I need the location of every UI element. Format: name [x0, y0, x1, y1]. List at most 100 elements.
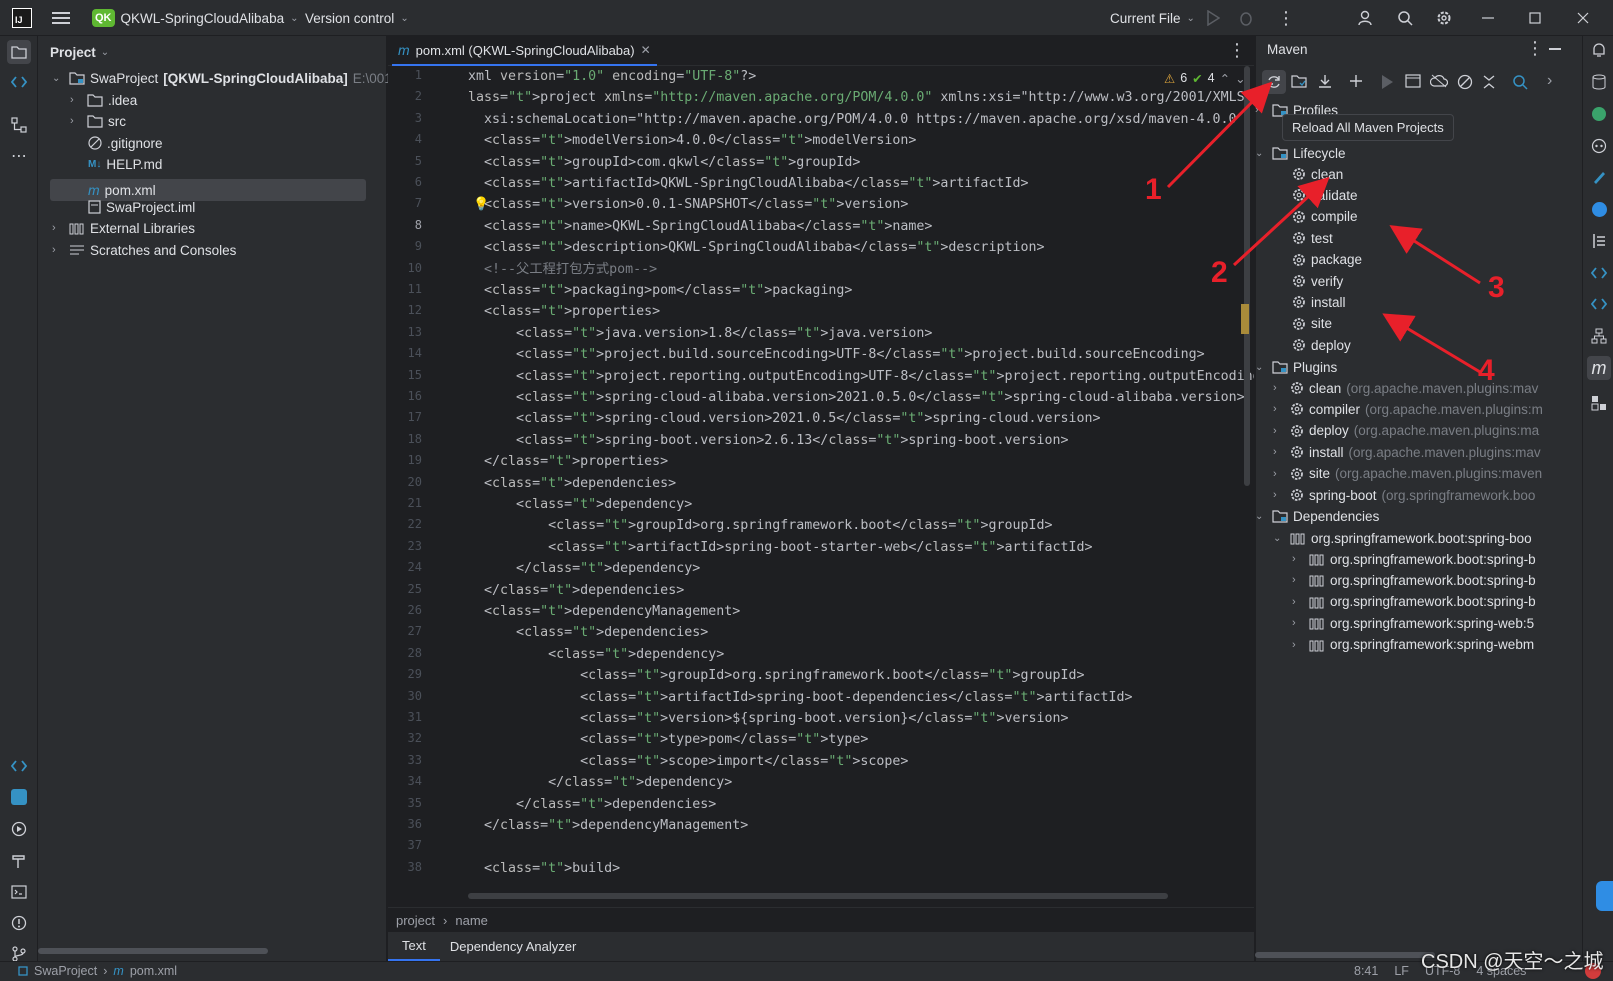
- dependency-item[interactable]: › org.springframework:spring-webm: [1292, 634, 1582, 656]
- project-selector[interactable]: QK QKWL-SpringCloudAlibaba ⌄: [92, 0, 298, 36]
- gradle-icon[interactable]: [1589, 393, 1609, 413]
- plugin-spring-boot[interactable]: › spring-boot (org.springframework.boo: [1273, 484, 1582, 506]
- vertical-scrollbar[interactable]: [1244, 66, 1250, 486]
- hierarchy-icon[interactable]: [1589, 326, 1609, 346]
- code-line[interactable]: <class="t">version>${spring-boot.version…: [468, 708, 1068, 729]
- structure-icon[interactable]: [9, 115, 29, 135]
- code-content[interactable]: <?xml version="1.0" encoding="UTF-8"?><c…: [468, 66, 1254, 907]
- inspection-widget[interactable]: ⚠ 6 ✔ 4 ⌃ ⌄: [1160, 68, 1246, 88]
- editor-more-icon[interactable]: ⋮: [1228, 40, 1246, 61]
- code-line[interactable]: <class="t">dependencies>: [468, 473, 676, 494]
- add-icon[interactable]: [1348, 73, 1364, 89]
- code-with-me-icon[interactable]: [9, 72, 29, 92]
- maven-lifecycle[interactable]: ⌄ Lifecycle: [1255, 142, 1582, 164]
- dependency-item[interactable]: › org.springframework.boot:spring-b: [1292, 591, 1582, 613]
- plugin-deploy[interactable]: › deploy (org.apache.maven.plugins:ma: [1273, 420, 1582, 442]
- code-with-me-icon-4[interactable]: [1589, 294, 1609, 314]
- services-icon[interactable]: [9, 819, 29, 839]
- code-line[interactable]: <class="t">project.reporting.outputEncod…: [468, 366, 1254, 387]
- tab-text[interactable]: Text: [388, 932, 440, 961]
- tree-item-help-md[interactable]: M↓ HELP.md: [88, 153, 162, 175]
- code-line[interactable]: <class="t">groupId>org.springframework.b…: [468, 665, 1084, 686]
- chevron-up-icon[interactable]: ⌃: [1220, 71, 1230, 86]
- database-icon[interactable]: [1589, 72, 1609, 92]
- chat-icon[interactable]: [1589, 199, 1609, 219]
- minimize-window-icon[interactable]: [1482, 0, 1494, 36]
- skip-tests-icon[interactable]: [1457, 74, 1473, 90]
- maven-more-icon[interactable]: ⋮: [1526, 38, 1544, 59]
- lifecycle-validate[interactable]: validate: [1292, 184, 1582, 206]
- tree-item-src[interactable]: › src: [70, 110, 126, 132]
- run-icon[interactable]: [1206, 0, 1220, 36]
- lifecycle-verify[interactable]: verify: [1292, 270, 1582, 292]
- lifecycle-clean[interactable]: clean: [1292, 163, 1582, 185]
- code-line[interactable]: <class="t">modelVersion>4.0.0</class="t"…: [468, 130, 916, 151]
- tree-item-idea[interactable]: › .idea: [70, 89, 137, 111]
- code-with-me-icon-3[interactable]: [1589, 263, 1609, 283]
- tree-item-external-libraries[interactable]: › External Libraries: [52, 217, 195, 239]
- code-line[interactable]: <class="t">packaging>pom</class="t">pack…: [468, 280, 852, 301]
- code-line[interactable]: <class="t">spring-cloud.version>2021.0.5…: [468, 408, 1101, 429]
- close-tab-icon[interactable]: ✕: [641, 43, 651, 57]
- code-line[interactable]: <class="t">artifactId>QKWL-SpringCloudAl…: [468, 173, 1028, 194]
- more-vertical-icon[interactable]: ⋮: [1277, 0, 1295, 36]
- close-window-icon[interactable]: [1577, 0, 1589, 36]
- caret-position[interactable]: 8:41: [1354, 964, 1378, 978]
- dependency-item[interactable]: › org.springframework.boot:spring-b: [1292, 569, 1582, 591]
- main-menu-icon[interactable]: [52, 0, 70, 36]
- search-icon[interactable]: [1397, 0, 1413, 36]
- tree-item-iml[interactable]: SwaProject.iml: [88, 196, 195, 218]
- breadcrumb-item[interactable]: project: [396, 913, 435, 928]
- app-logo-icon[interactable]: IJ: [12, 0, 32, 36]
- collapse-all-icon[interactable]: [1482, 74, 1496, 90]
- build-hammer-icon[interactable]: [9, 851, 29, 871]
- analyze-dependencies-icon[interactable]: [1512, 74, 1528, 90]
- add-user-icon[interactable]: [1358, 0, 1374, 36]
- side-plugin-tab[interactable]: [1596, 881, 1613, 911]
- code-line[interactable]: <class="t">java.version>1.8</class="t">j…: [468, 323, 932, 344]
- chevron-right-icon[interactable]: ›: [1547, 72, 1552, 90]
- structure-view-icon[interactable]: [1589, 231, 1609, 251]
- tree-root-swaproject[interactable]: ⌄ SwaProject [QKWL-SpringCloudAlibaba] E…: [52, 67, 392, 89]
- settings-gear-icon[interactable]: [1436, 0, 1452, 36]
- code-line[interactable]: <class="t">dependencies>: [468, 622, 708, 643]
- run-config-selector[interactable]: Current File ⌄: [1110, 0, 1195, 36]
- lifecycle-test[interactable]: test: [1292, 227, 1582, 249]
- code-line[interactable]: <class="t">project.build.sourceEncoding>…: [468, 344, 1205, 365]
- line-separator[interactable]: LF: [1394, 964, 1409, 978]
- tree-item-scratches[interactable]: › Scratches and Consoles: [52, 239, 236, 261]
- problems-icon[interactable]: [9, 913, 29, 933]
- code-line[interactable]: </class="t">dependency>: [468, 772, 732, 793]
- code-line[interactable]: <class="t">dependencyManagement>: [468, 601, 740, 622]
- code-line[interactable]: <class="t">spring-cloud-alibaba.version>…: [468, 387, 1245, 408]
- code-line[interactable]: <class="t">name>QKWL-SpringCloudAlibaba<…: [468, 216, 932, 237]
- lifecycle-package[interactable]: package: [1292, 249, 1582, 271]
- code-line[interactable]: <class="t">project xmlns="http://maven.a…: [468, 87, 1254, 108]
- tab-pom-xml[interactable]: m pom.xml (QKWL-SpringCloudAlibaba) ✕: [392, 36, 657, 66]
- code-line[interactable]: <?xml version="1.0" encoding="UTF-8"?>: [468, 66, 756, 87]
- maven-dependencies[interactable]: ⌄ Dependencies: [1255, 505, 1582, 527]
- hide-panel-icon[interactable]: [1549, 48, 1561, 50]
- pen-icon[interactable]: [1589, 167, 1609, 187]
- code-line[interactable]: <!--父工程打包方式pom-->: [468, 259, 657, 280]
- code-line[interactable]: </class="t">dependencies>: [468, 580, 684, 601]
- code-line[interactable]: <class="t">artifactId>spring-boot-depend…: [468, 687, 1132, 708]
- debug-icon[interactable]: [1238, 0, 1254, 36]
- terminal-icon[interactable]: [9, 882, 29, 902]
- download-icon[interactable]: [1317, 73, 1333, 89]
- copilot-icon[interactable]: [1589, 136, 1609, 156]
- code-line[interactable]: </class="t">properties>: [468, 451, 668, 472]
- code-line[interactable]: </class="t">dependencies>: [468, 794, 716, 815]
- lifecycle-compile[interactable]: compile: [1292, 206, 1582, 228]
- code-line[interactable]: </class="t">dependency>: [468, 558, 700, 579]
- reload-icon[interactable]: [1262, 70, 1286, 94]
- lifecycle-site[interactable]: site: [1292, 313, 1582, 335]
- dependency-root[interactable]: ⌄ org.springframework.boot:spring-boo: [1273, 527, 1582, 549]
- breadcrumb-item[interactable]: name: [455, 913, 488, 928]
- more-tools-icon[interactable]: ⋯: [9, 146, 29, 166]
- maximize-window-icon[interactable]: [1529, 0, 1541, 36]
- code-line[interactable]: <class="t">spring-boot.version>2.6.13</c…: [468, 430, 1068, 451]
- maven-icon[interactable]: m: [1587, 356, 1611, 380]
- maven-plugins[interactable]: ⌄ Plugins: [1255, 356, 1582, 378]
- plugin-compiler[interactable]: › compiler (org.apache.maven.plugins:m: [1273, 398, 1582, 420]
